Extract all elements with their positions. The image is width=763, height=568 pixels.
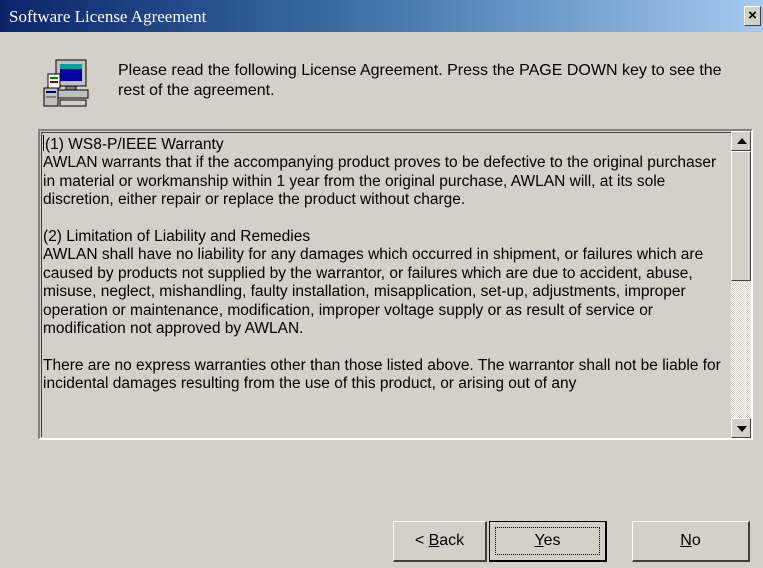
computer-setup-icon — [43, 59, 89, 107]
vertical-scrollbar[interactable] — [731, 131, 751, 438]
no-button-mnemonic: N — [680, 532, 692, 549]
yes-button[interactable]: Yes — [489, 521, 607, 562]
close-button[interactable]: × — [744, 6, 761, 26]
no-button-label: o — [691, 532, 701, 549]
license-paragraph: There are no express warranties other th… — [43, 356, 721, 393]
license-paragraph: (2) Limitation of Liability and Remedies… — [43, 228, 704, 338]
title-bar[interactable]: Software License Agreement × — [0, 0, 763, 32]
license-text-box[interactable]: (1) WS8-P/IEEE Warranty AWLAN warrants t… — [38, 129, 753, 440]
license-text[interactable]: (1) WS8-P/IEEE Warranty AWLAN warrants t… — [43, 135, 721, 431]
close-icon: × — [748, 7, 757, 24]
scroll-down-button[interactable] — [731, 418, 751, 438]
focus-rectangle — [495, 527, 600, 555]
no-button[interactable]: No — [632, 521, 750, 562]
arrow-up-icon — [737, 138, 747, 144]
arrow-down-icon — [737, 426, 747, 432]
window-title: Software License Agreement — [9, 7, 207, 26]
text-caret — [43, 135, 44, 151]
back-button[interactable]: < Back — [393, 521, 487, 562]
back-button-prefix: < — [414, 532, 429, 549]
back-button-label: ack — [439, 532, 465, 549]
back-button-mnemonic: B — [428, 532, 440, 549]
scroll-up-button[interactable] — [731, 131, 751, 151]
scroll-thumb[interactable] — [731, 151, 751, 281]
license-paragraph: (1) WS8-P/IEEE Warranty AWLAN warrants t… — [43, 136, 717, 209]
instruction-text: Please read the following License Agreem… — [118, 62, 722, 99]
